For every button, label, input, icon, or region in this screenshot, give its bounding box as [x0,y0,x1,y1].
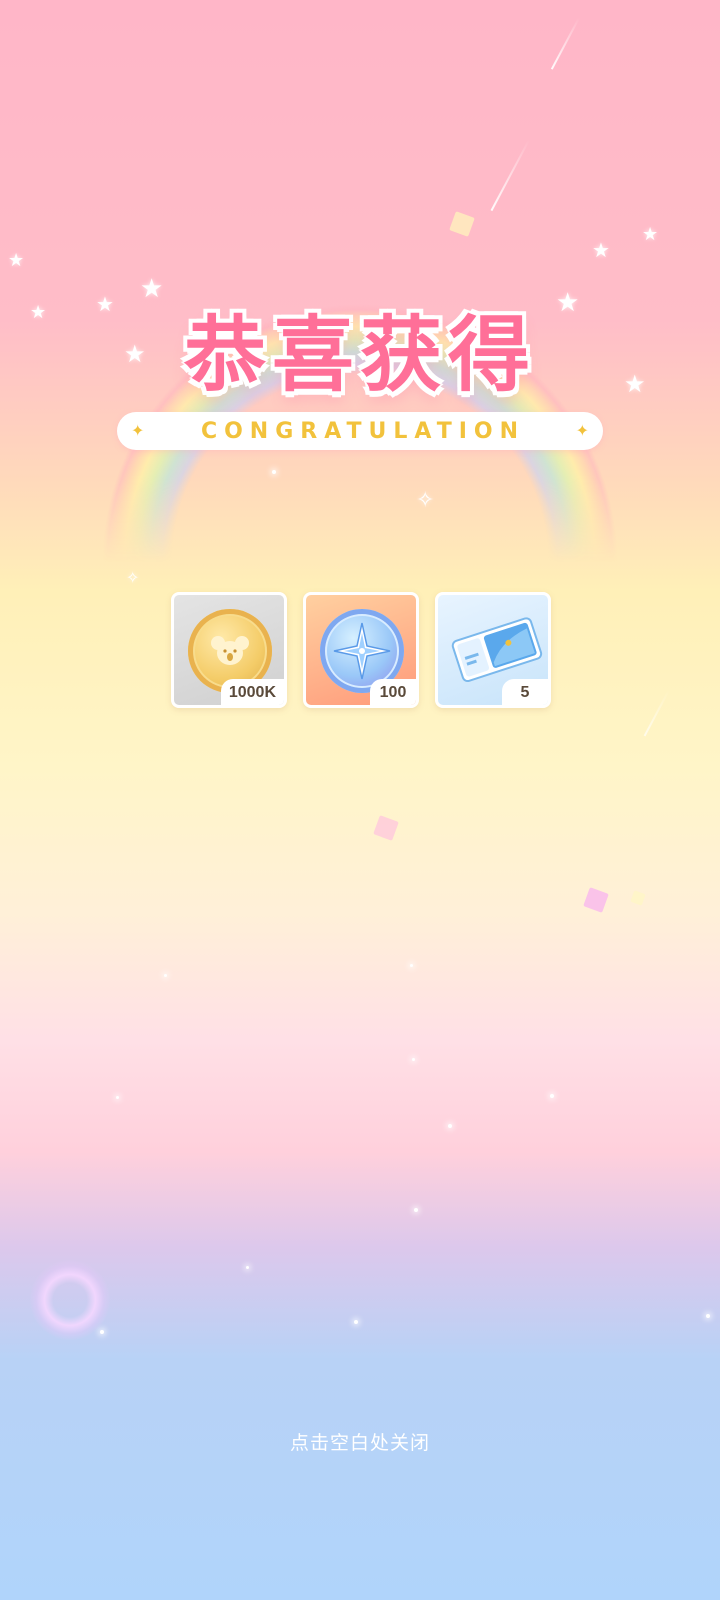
tap-to-close-hint[interactable]: 点击空白处关闭 [0,1428,720,1455]
sparkle-dot [414,1208,418,1212]
star-icon: ★ [8,250,25,271]
sparkle-dot [354,1320,358,1324]
congrats-title: 恭喜获得 [182,307,536,405]
subtitle-banner: ✦ CONGRATULATION ✦ [117,412,603,450]
reward-list: 1000K 100 5 [171,592,551,708]
title-container: 恭喜获得 [0,288,720,407]
sparkle-icon: ✧ [126,568,140,587]
star-icon: ★ [642,224,659,245]
sparkle-dot [448,1124,452,1128]
sparkle-dot [410,964,413,967]
reward-item-ticket[interactable]: 5 [435,592,551,708]
sparkle-dot [246,1266,249,1269]
sparkle-icon: ✧ [416,488,435,513]
sparkle-dot [164,974,167,977]
reward-quantity: 1000K [220,679,284,705]
sparkle-dot [550,1094,554,1098]
sparkle-dot [116,1096,119,1099]
sparkle-dot [412,1058,415,1061]
ticket-icon [451,617,543,683]
reward-item-gold-coin[interactable]: 1000K [171,592,287,708]
sparkle-icon: ✦ [575,421,589,440]
subtitle-text: CONGRATULATION [200,418,526,444]
reward-quantity: 5 [502,679,548,705]
reward-item-star-medal[interactable]: 100 [303,592,419,708]
glow-orb [30,1260,110,1340]
reward-quantity: 100 [370,679,416,705]
sparkle-icon: ✦ [131,421,145,440]
sparkle-dot [100,1330,104,1334]
sparkle-dot [706,1314,710,1318]
sparkle-dot [272,470,276,474]
star-icon: ★ [592,238,610,262]
